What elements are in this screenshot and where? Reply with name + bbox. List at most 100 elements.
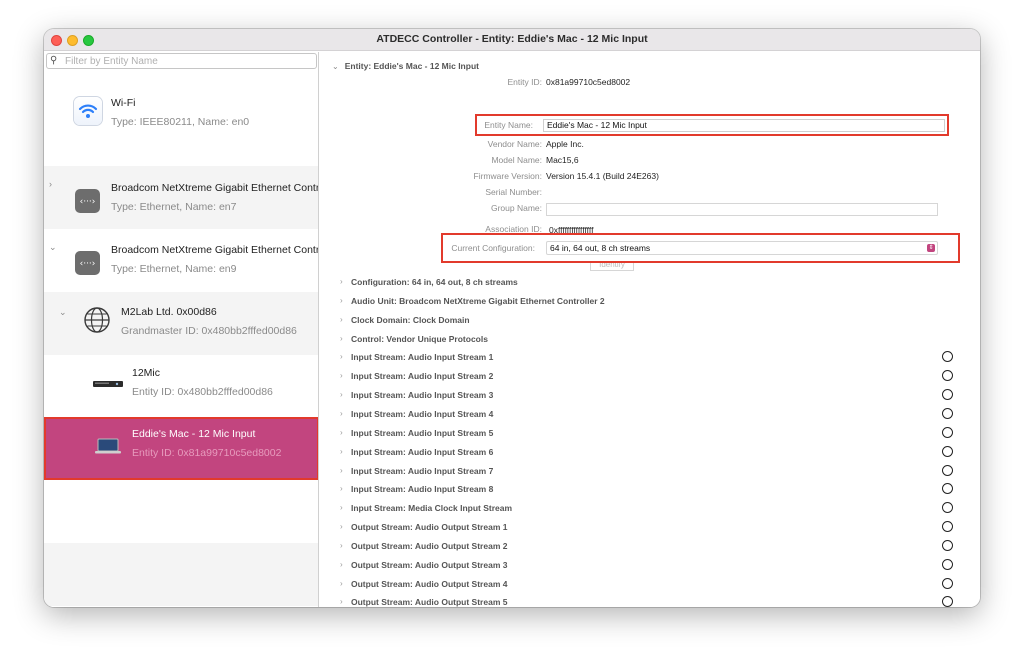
tree-row-label: Input Stream: Media Clock Input Stream <box>351 503 513 514</box>
stream-status-circle-icon[interactable] <box>942 577 953 589</box>
entity-sidebar: ⚲ Wi-Fi Type: IEEE80211, Name: en0 › ‹··… <box>44 52 319 607</box>
tree-row-label: Input Stream: Audio Input Stream 3 <box>351 390 494 401</box>
sidebar-item-name: Wi-Fi <box>111 97 136 109</box>
tree-row-label: Audio Unit: Broadcom NetXtreme Gigabit E… <box>351 295 605 306</box>
sidebar-item-m2lab[interactable]: ⌄ M2Lab Ltd. 0x00d86 Grandmaster ID: 0x4… <box>44 292 318 355</box>
tree-row[interactable]: › Input Stream: Audio Input Stream 8 <box>320 480 980 499</box>
chevron-right-icon[interactable]: › <box>340 597 343 606</box>
stream-status-circle-icon[interactable] <box>942 483 953 495</box>
sidebar-item-name: 12Mic <box>132 367 161 379</box>
tree-row[interactable]: › Clock Domain: Clock Domain <box>320 311 980 330</box>
chevron-right-icon[interactable]: › <box>340 484 343 493</box>
stream-status-circle-icon[interactable] <box>942 539 953 551</box>
entity-id-label: Entity ID: <box>507 77 542 87</box>
entity-header[interactable]: ⌄ Entity: Eddie's Mac - 12 Mic Input <box>332 61 479 71</box>
stream-status-circle-icon[interactable] <box>942 596 953 607</box>
filter-field[interactable]: ⚲ <box>46 53 317 69</box>
title-bar: ATDECC Controller - Entity: Eddie's Mac … <box>44 29 980 51</box>
chevron-right-icon[interactable]: › <box>340 466 343 475</box>
chevron-right-icon[interactable]: › <box>340 371 343 380</box>
tree-row[interactable]: › Output Stream: Audio Output Stream 4 <box>320 575 980 594</box>
group-name-field[interactable] <box>546 203 938 216</box>
stream-status-circle-icon[interactable] <box>942 370 953 382</box>
sidebar-item-eddies-mac[interactable]: Eddie's Mac - 12 Mic Input Entity ID: 0x… <box>44 417 318 480</box>
stream-status-circle-icon[interactable] <box>942 558 953 570</box>
sidebar-item-name: Broadcom NetXtreme Gigabit Ethernet Cont… <box>111 182 319 194</box>
chevron-right-icon[interactable]: › <box>340 428 343 437</box>
chevron-down-icon[interactable]: ⌄ <box>49 242 57 253</box>
chevron-right-icon[interactable]: › <box>340 315 343 324</box>
sidebar-item-subtitle: Entity ID: 0x480bb2fffed00d86 <box>132 386 273 398</box>
chevron-right-icon[interactable]: › <box>340 447 343 456</box>
vendor-name-label: Vendor Name: <box>487 139 542 149</box>
tree-row[interactable]: › Input Stream: Audio Input Stream 3 <box>320 386 980 405</box>
entity-detail-pane: ⌄ Entity: Eddie's Mac - 12 Mic Input Enti… <box>320 52 980 607</box>
model-name-value: Mac15,6 <box>546 155 579 165</box>
stream-status-circle-icon[interactable] <box>942 502 953 514</box>
svg-text:‹···›: ‹···› <box>80 197 96 207</box>
sidebar-empty-row <box>44 480 318 543</box>
tree-row[interactable]: › Control: Vendor Unique Protocols <box>320 330 980 349</box>
globe-icon <box>83 306 111 334</box>
tree-row[interactable]: › Output Stream: Audio Output Stream 3 <box>320 556 980 575</box>
chevron-right-icon[interactable]: › <box>340 277 343 286</box>
entity-name-field[interactable]: Eddie's Mac - 12 Mic Input <box>543 119 945 132</box>
stream-status-circle-icon[interactable] <box>942 445 953 457</box>
tree-row-label: Output Stream: Audio Output Stream 3 <box>351 559 508 570</box>
tree-row[interactable]: › Output Stream: Audio Output Stream 1 <box>320 518 980 537</box>
tree-row[interactable]: › Input Stream: Media Clock Input Stream <box>320 499 980 518</box>
sidebar-item-subtitle: Type: IEEE80211, Name: en0 <box>111 116 250 128</box>
chevron-right-icon[interactable]: › <box>340 503 343 512</box>
chevron-right-icon[interactable]: › <box>340 541 343 550</box>
tree-row[interactable]: › Input Stream: Audio Input Stream 5 <box>320 424 980 443</box>
tree-row[interactable]: › Configuration: 64 in, 64 out, 8 ch stre… <box>320 273 980 292</box>
tree-row-label: Input Stream: Audio Input Stream 2 <box>351 371 494 382</box>
stream-status-circle-icon[interactable] <box>942 389 953 401</box>
sidebar-item-name: Eddie's Mac - 12 Mic Input <box>132 428 256 440</box>
entity-name-label: Entity Name: <box>484 120 533 130</box>
sidebar-item-subtitle: Type: Ethernet, Name: en7 <box>111 201 237 213</box>
chevron-down-icon[interactable]: ⌄ <box>332 62 339 71</box>
current-configuration-highlight: Current Configuration: 64 in, 64 out, 8 … <box>441 233 960 263</box>
tree-row[interactable]: › Output Stream: Audio Output Stream 5 <box>320 593 980 607</box>
sidebar-item-name: M2Lab Ltd. 0x00d86 <box>121 306 217 318</box>
current-configuration-select[interactable]: 64 in, 64 out, 8 ch streams ⇕ <box>546 241 938 255</box>
sidebar-item-12mic[interactable]: 12Mic Entity ID: 0x480bb2fffed00d86 <box>44 355 318 418</box>
chevron-right-icon[interactable]: › <box>340 296 343 305</box>
chevron-updown-icon: ⇕ <box>927 244 935 252</box>
chevron-right-icon[interactable]: › <box>340 579 343 588</box>
stream-status-circle-icon[interactable] <box>942 521 953 533</box>
sidebar-item-ethernet-en7[interactable]: › ‹···› Broadcom NetXtreme Gigabit Ether… <box>44 166 319 229</box>
laptop-icon <box>94 438 122 454</box>
chevron-right-icon[interactable]: › <box>340 390 343 399</box>
tree-row[interactable]: › Input Stream: Audio Input Stream 6 <box>320 443 980 462</box>
chevron-right-icon[interactable]: › <box>340 334 343 343</box>
tree-row[interactable]: › Input Stream: Audio Input Stream 1 <box>320 348 980 367</box>
sidebar-item-wifi[interactable]: Wi-Fi Type: IEEE80211, Name: en0 <box>44 83 318 146</box>
tree-row-label: Output Stream: Audio Output Stream 4 <box>351 578 508 589</box>
stream-status-circle-icon[interactable] <box>942 464 953 476</box>
stream-status-circle-icon[interactable] <box>942 351 953 363</box>
model-name-label: Model Name: <box>491 155 542 165</box>
chevron-right-icon[interactable]: › <box>49 179 52 189</box>
tree-row[interactable]: › Input Stream: Audio Input Stream 4 <box>320 405 980 424</box>
chevron-right-icon[interactable]: › <box>340 352 343 361</box>
sidebar-item-subtitle: Type: Ethernet, Name: en9 <box>111 263 237 275</box>
entity-name-highlight: Entity Name: Eddie's Mac - 12 Mic Input <box>475 114 949 136</box>
tree-row-label: Clock Domain: Clock Domain <box>351 314 470 325</box>
chevron-right-icon[interactable]: › <box>340 522 343 531</box>
stream-status-circle-icon[interactable] <box>942 426 953 438</box>
tree-row[interactable]: › Output Stream: Audio Output Stream 2 <box>320 537 980 556</box>
chevron-right-icon[interactable]: › <box>340 409 343 418</box>
chevron-right-icon[interactable]: › <box>340 560 343 569</box>
tree-row-label: Input Stream: Audio Input Stream 1 <box>351 352 494 363</box>
stream-status-circle-icon[interactable] <box>942 407 953 419</box>
filter-input[interactable] <box>65 55 310 67</box>
tree-row[interactable]: › Audio Unit: Broadcom NetXtreme Gigabit … <box>320 292 980 311</box>
tree-row[interactable]: › Input Stream: Audio Input Stream 2 <box>320 367 980 386</box>
svg-text:‹···›: ‹···› <box>80 259 96 269</box>
sidebar-item-ethernet-en9[interactable]: ⌄ ‹···› Broadcom NetXtreme Gigabit Ether… <box>44 229 318 292</box>
chevron-down-icon[interactable]: ⌄ <box>59 307 67 318</box>
tree-row[interactable]: › Input Stream: Audio Input Stream 7 <box>320 462 980 481</box>
tree-row-label: Input Stream: Audio Input Stream 8 <box>351 484 494 495</box>
